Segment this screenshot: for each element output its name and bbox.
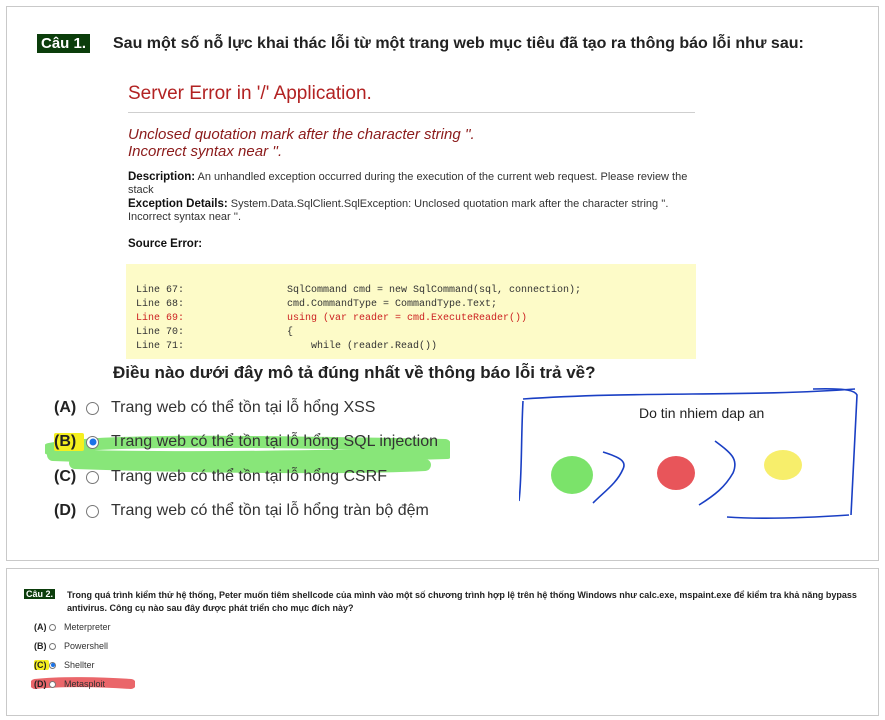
code-line-highlighted: Line 69: using (var reader = cmd.ExecuteR… [136,313,528,324]
exception-label: Exception Details: [128,198,228,210]
q2-option-a-radio[interactable] [49,623,56,631]
q2-option-b-radio[interactable] [49,642,56,650]
q2-option-c-radio[interactable] [49,661,56,669]
q1-option-a-text: Trang web có thể tồn tại lỗ hổng XSS [111,399,376,416]
code-line: Line 67: SqlCommand cmd = new SqlCommand(… [136,285,582,296]
q1-option-a-letter: (A) [54,399,77,416]
red-circle-shape [657,456,695,490]
question-1-prompt: Điều nào dưới đây mô tả đúng nhất về thô… [113,363,596,382]
server-error-screenshot: Server Error in '/' Application. Unclose… [119,71,699,361]
question-2-card: Câu 2. Trong quá trình kiểm thử hệ thống… [6,568,879,716]
annotation-note: Do tin nhiem dap an [639,405,765,421]
q2-option-c-text: Shellter [64,660,95,670]
question-2-text: Trong quá trình kiểm thử hệ thống, Peter… [67,589,867,615]
error-description: Description: An unhandled exception occu… [128,171,698,197]
q2-option-a-letter: (A) [34,622,47,632]
q2-option-d-radio[interactable] [49,680,56,688]
question-2-text-line-1: Trong quá trình kiểm thử hệ thống, Peter… [67,590,857,600]
question-2-text-line-2: antivirus. Công cụ nào sau đây được phát… [67,603,354,613]
question-1-badge: Câu 1. [37,34,91,53]
error-divider [128,112,695,113]
q2-option-c[interactable]: (C) Shellter [34,660,95,670]
q1-option-b[interactable]: (B) Trang web có thể tồn tại lỗ hổng SQL… [54,433,438,451]
q1-option-d[interactable]: (D) Trang web có thể tồn tại lỗ hổng trà… [54,502,429,520]
q2-option-b[interactable]: (B) Powershell [34,641,108,651]
description-label: Description: [128,171,196,183]
q1-option-c-text: Trang web có thể tồn tại lỗ hổng CSRF [111,468,387,485]
q2-option-a-text: Meterpreter [64,622,111,632]
error-message-line-1: Unclosed quotation mark after the charac… [128,126,475,143]
q2-option-b-letter: (B) [34,641,47,651]
q1-option-d-radio[interactable] [86,504,99,518]
q1-option-c-letter: (C) [54,468,77,485]
exception-details: Exception Details: System.Data.SqlClient… [128,198,698,224]
q1-option-c[interactable]: (C) Trang web có thể tồn tại lỗ hổng CSR… [54,468,387,486]
error-title: Server Error in '/' Application. [128,83,372,104]
q1-option-d-text: Trang web có thể tồn tại lỗ hổng tràn bộ… [111,502,429,519]
source-code-block: Line 67: SqlCommand cmd = new SqlCommand(… [126,264,696,359]
question-2-badge: Câu 2. [24,589,56,599]
question-1-text: Sau một số nỗ lực khai thác lỗi từ một t… [113,35,804,52]
q1-option-b-text: Trang web có thể tồn tại lỗ hổng SQL inj… [111,433,439,450]
q1-option-c-radio[interactable] [86,470,99,484]
green-circle-shape [551,456,593,494]
q2-option-d[interactable]: (D) Metasploit [34,679,105,689]
question-1-card: Câu 1. Sau một số nỗ lực khai thác lỗi t… [6,6,879,561]
code-line: Line 70:{ [136,327,294,338]
description-text: An unhandled exception occurred during t… [128,171,688,196]
yellow-circle-shape [764,450,802,480]
q2-option-d-text: Metasploit [64,679,106,689]
code-line: Line 71: while (reader.Read()) [136,341,438,352]
q1-option-a[interactable]: (A) Trang web có thể tồn tại lỗ hổng XSS [54,399,375,417]
exception-text-2: Incorrect syntax near ''. [128,211,242,223]
handdrawn-annotation: Do tin nhiem dap an [518,387,864,527]
source-error-label: Source Error: [128,238,203,250]
q1-option-b-letter: (B) [54,433,84,451]
q1-option-d-letter: (D) [54,502,77,519]
q2-option-c-letter: (C) [34,660,49,670]
q1-option-a-radio[interactable] [86,401,99,415]
error-message-line-2: Incorrect syntax near ''. [128,143,283,160]
q2-option-d-letter: (D) [34,679,47,689]
q2-option-b-text: Powershell [64,641,109,651]
q1-option-b-radio[interactable] [86,435,99,449]
code-line: Line 68: cmd.CommandType = CommandType.Te… [136,299,498,310]
q2-option-a[interactable]: (A) Meterpreter [34,622,111,632]
exception-text: System.Data.SqlClient.SqlException: Uncl… [230,198,669,210]
